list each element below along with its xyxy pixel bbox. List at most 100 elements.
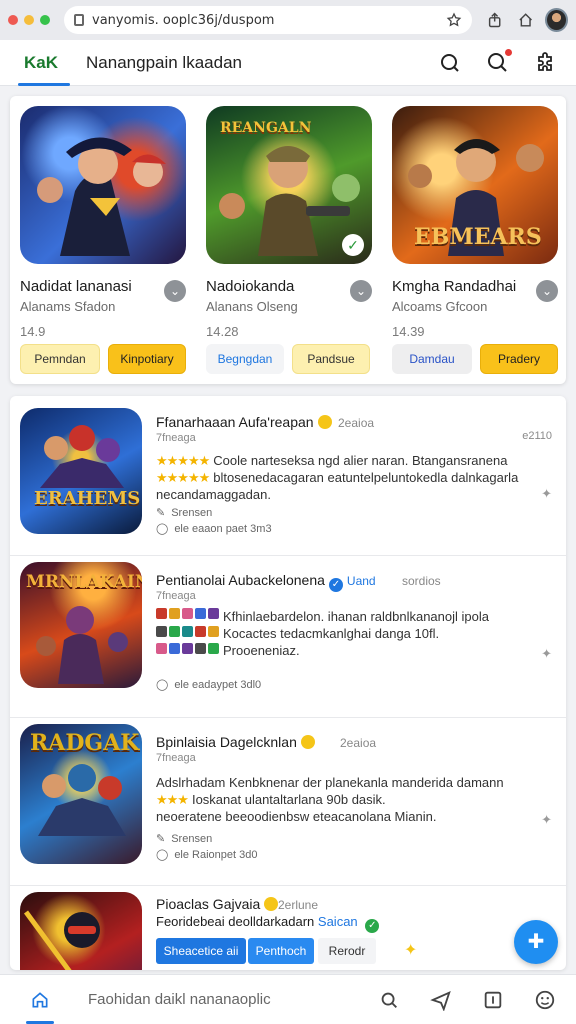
mini-thumb xyxy=(182,643,193,655)
game-name[interactable]: Kmgha Randadhai xyxy=(392,278,558,295)
mini-thumb xyxy=(169,608,180,619)
featured-item[interactable]: Nadidat lananasi Alanams Sfadon 14.9 ⌄ xyxy=(20,106,186,339)
row-action-primary-button[interactable]: Sheacetice aii xyxy=(156,938,246,964)
game-thumbnail[interactable]: MRNLAKAIN xyxy=(20,562,142,688)
pin-icon[interactable]: ✦ xyxy=(541,812,552,828)
floating-action-button[interactable]: ✚ xyxy=(514,920,558,964)
share-icon[interactable] xyxy=(486,11,503,29)
featured-item[interactable]: REANGALN ✓ Nadoiokanda Alanans Olseng 14… xyxy=(206,106,372,339)
nav-search-text[interactable]: Faohidan daikl nananaoplic xyxy=(88,991,271,1008)
thumbnail-art-text: MRNLAKAIN xyxy=(26,572,142,592)
description-line: Coole narteseksa ngd alier naran. Btanga… xyxy=(213,453,508,468)
game-tag: 2eaioa xyxy=(338,416,375,430)
meta-line: ◯ ele eadaypet 3dl0 xyxy=(156,678,261,692)
list-item[interactable]: ERAHEMS Ffanarhaaan Aufa'reapan 2eaioa 7… xyxy=(10,396,566,556)
nav-profile-icon[interactable] xyxy=(534,989,556,1011)
profile-avatar[interactable] xyxy=(544,8,568,32)
featured-item[interactable]: EBMEARS Kmgha Randadhai Alcoams Gfcoon 1… xyxy=(392,106,558,339)
game-title[interactable]: Pentianolai Aubackelonena ✓ Uand xyxy=(156,572,376,592)
nav-send-icon[interactable] xyxy=(430,989,452,1011)
game-title[interactable]: Ffanarhaaan Aufa'reapan xyxy=(156,414,336,430)
featured-secondary-button[interactable]: Begngdan xyxy=(206,344,284,374)
game-title[interactable]: Pioaclas Gajvaia xyxy=(156,896,282,912)
game-thumbnail[interactable]: ERAHEMS xyxy=(20,408,142,534)
mini-thumb xyxy=(156,643,167,655)
notification-badge xyxy=(504,47,513,57)
meta-line: ◯ ele Raionpet 3d0 xyxy=(156,848,258,862)
home-icon xyxy=(32,991,48,1007)
mini-thumb xyxy=(208,625,219,637)
nav-search-icon[interactable] xyxy=(378,989,400,1011)
game-name[interactable]: Nadoiokanda xyxy=(206,278,372,295)
mini-thumb xyxy=(182,608,193,619)
puzzle-icon[interactable] xyxy=(534,51,558,75)
extension-icon[interactable] xyxy=(517,11,534,29)
description-line: Kfhinlaebardelon. ihanan raldbnlkananojl… xyxy=(223,609,489,624)
game-size: 14.9 xyxy=(20,324,46,339)
minimize-window-dot[interactable] xyxy=(24,15,34,25)
checkmark-icon: ✓ xyxy=(342,234,364,256)
thumbnail-art-text: REANGALN xyxy=(220,120,312,136)
game-title-text: Ffanarhaaan Aufa'reapan xyxy=(156,414,314,430)
character-art-icon xyxy=(23,910,100,970)
mini-thumb xyxy=(208,643,219,655)
mini-thumb xyxy=(156,608,167,619)
game-description: ★★★★★ Coole narteseksa ngd alier naran. B… xyxy=(156,452,526,503)
nav-home[interactable] xyxy=(20,980,60,1024)
url-text: vanyomis. ooplc36j/duspom xyxy=(92,12,275,28)
mini-thumb xyxy=(156,625,167,637)
game-thumbnail[interactable]: RADGAK xyxy=(20,724,142,864)
nav-library-icon[interactable] xyxy=(482,989,504,1011)
tag-icon: ✎ xyxy=(156,833,166,845)
featured-secondary-button[interactable]: Damdau xyxy=(392,344,472,374)
featured-primary-button[interactable]: Pradery xyxy=(480,344,558,374)
thumbnail-art-text: RADGAK xyxy=(30,730,140,756)
brand-tab[interactable]: KaK xyxy=(18,40,71,86)
list-item[interactable]: MRNLAKAIN Pentianolai Aubackelonena ✓ Uand… xyxy=(10,556,566,718)
notification-button[interactable] xyxy=(486,47,513,75)
rating-stars-icon: ★★★★★ xyxy=(156,453,210,468)
row-action-tertiary-button[interactable]: Rerodr xyxy=(318,938,376,964)
meta-text: Srensen xyxy=(171,506,213,519)
chevron-down-icon[interactable]: ⌄ xyxy=(164,280,186,302)
pin-icon[interactable]: ✦ xyxy=(541,486,552,502)
row-action-secondary-button[interactable]: Penthoch xyxy=(248,938,314,964)
maximize-window-dot[interactable] xyxy=(40,15,50,25)
meta-text: ele eaaon paet 3m3 xyxy=(174,522,272,535)
game-thumbnail[interactable] xyxy=(20,892,142,970)
game-tag: 2erlune xyxy=(278,898,319,912)
list-item[interactable]: RADGAK Bpinlaisia Dagelcknlan 2eaioa 7fn… xyxy=(10,718,566,886)
address-bar[interactable]: vanyomis. ooplc36j/duspom xyxy=(64,6,472,34)
character-art-icon xyxy=(40,425,124,488)
star-bookmark-icon[interactable] xyxy=(446,12,462,28)
screenshot-grid xyxy=(156,608,219,659)
game-title-text: Bpinlaisia Dagelcknlan xyxy=(156,734,297,750)
rating-stars-icon: ★★★ xyxy=(156,792,189,807)
game-description: Adslrhadam Kenbknenar der planekanla man… xyxy=(156,774,526,825)
game-thumbnail[interactable]: EBMEARS xyxy=(392,106,558,264)
game-description: Kfhinlaebardelon. ihanan raldbnlkananojl… xyxy=(156,608,526,659)
description-line: Adslrhadam Kenbknenar der planekanla man… xyxy=(156,775,504,790)
featured-secondary-button[interactable]: Pemndan xyxy=(20,344,100,374)
chevron-down-icon[interactable]: ⌄ xyxy=(536,280,558,302)
download-count: e2110 xyxy=(522,430,552,442)
mini-thumb xyxy=(169,643,180,655)
mini-thumb xyxy=(182,625,193,637)
search-icon[interactable] xyxy=(438,51,462,75)
thumbnail-art-text: ERAHEMS xyxy=(34,488,141,509)
game-thumbnail[interactable] xyxy=(20,106,186,264)
close-window-dot[interactable] xyxy=(8,15,18,25)
description-link[interactable]: Saican xyxy=(318,914,358,929)
plus-icon: ✚ xyxy=(527,931,545,953)
verified-label: Uand xyxy=(346,574,376,588)
game-title-text: Pentianolai Aubackelonena xyxy=(156,572,325,588)
developer-name: 7fneaga xyxy=(156,432,196,444)
game-thumbnail[interactable]: REANGALN ✓ xyxy=(206,106,372,264)
featured-primary-button[interactable]: Pandsue xyxy=(292,344,370,374)
featured-primary-button[interactable]: Kinpotiary xyxy=(108,344,186,374)
chevron-down-icon[interactable]: ⌄ xyxy=(350,280,372,302)
pin-icon[interactable]: ✦ xyxy=(541,646,552,662)
game-name[interactable]: Nadidat lananasi xyxy=(20,278,186,295)
game-title[interactable]: Bpinlaisia Dagelcknlan xyxy=(156,734,319,750)
game-title-text: Pioaclas Gajvaia xyxy=(156,896,261,912)
